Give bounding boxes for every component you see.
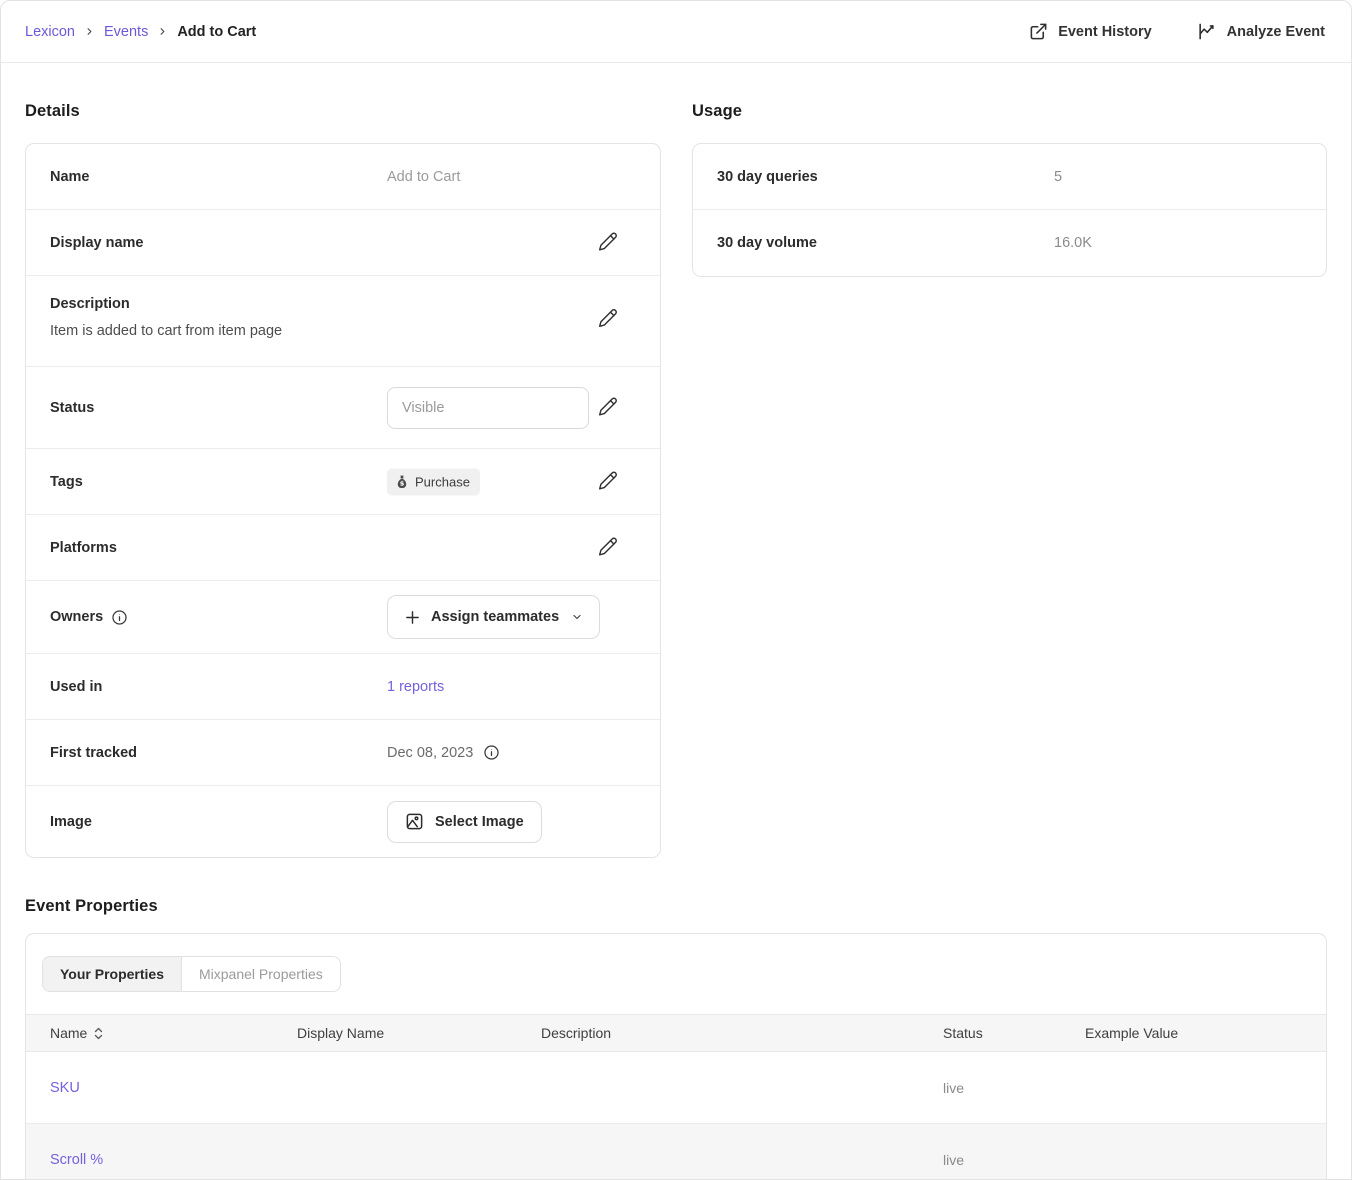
volume-value: 16.0K	[1054, 235, 1092, 251]
usage-row-queries: 30 day queries 5	[693, 144, 1326, 210]
table-row: SKU live	[26, 1052, 1326, 1124]
details-title: Details	[25, 102, 661, 121]
info-icon[interactable]	[483, 744, 500, 761]
svg-text:$: $	[400, 479, 405, 487]
queries-label: 30 day queries	[717, 169, 818, 185]
detail-row-owners: Owners Assign teammates	[26, 581, 660, 654]
chevron-down-icon	[571, 611, 583, 623]
image-icon	[405, 812, 424, 831]
detail-row-platforms: Platforms	[26, 515, 660, 581]
event-properties-card: Your Properties Mixpanel Properties Name…	[25, 933, 1327, 1180]
plus-icon	[404, 609, 421, 626]
main-content: Details Name Add to Cart Display name	[1, 63, 1351, 1180]
detail-row-display-name: Display name	[26, 210, 660, 276]
detail-row-used-in: Used in 1 reports	[26, 654, 660, 720]
description-value: Item is added to cart from item page	[50, 321, 636, 342]
event-properties-section: Event Properties Your Properties Mixpane…	[25, 897, 1327, 1180]
edit-description-button[interactable]	[598, 308, 618, 331]
first-tracked-value: Dec 08, 2023	[387, 745, 473, 761]
top-actions: Event History Analyze Event	[1029, 22, 1325, 41]
edit-tags-button[interactable]	[598, 470, 618, 493]
detail-row-first-tracked: First tracked Dec 08, 2023	[26, 720, 660, 786]
lexicon-event-detail-page: Lexicon Events Add to Cart Event History	[0, 0, 1352, 1180]
tab-mixpanel-properties[interactable]: Mixpanel Properties	[182, 957, 340, 991]
property-status: live	[919, 1152, 1061, 1168]
column-name-label: Name	[50, 1025, 87, 1041]
event-history-button[interactable]: Event History	[1029, 22, 1151, 41]
usage-row-volume: 30 day volume 16.0K	[693, 210, 1326, 276]
column-name[interactable]: Name	[26, 1025, 273, 1041]
edit-display-name-button[interactable]	[598, 231, 618, 254]
pencil-icon	[598, 396, 618, 419]
description-label: Description	[50, 296, 636, 312]
line-chart-icon	[1196, 22, 1217, 41]
event-properties-title: Event Properties	[25, 897, 1327, 916]
breadcrumb-events-link[interactable]: Events	[104, 24, 148, 40]
detail-row-name: Name Add to Cart	[26, 144, 660, 210]
breadcrumb-current: Add to Cart	[177, 24, 256, 40]
select-image-button[interactable]: Select Image	[387, 801, 542, 843]
top-bar: Lexicon Events Add to Cart Event History	[1, 1, 1351, 63]
pencil-icon	[598, 308, 618, 331]
property-link-sku[interactable]: SKU	[26, 1080, 273, 1096]
external-link-icon	[1029, 22, 1048, 41]
assign-teammates-label: Assign teammates	[431, 609, 559, 625]
table-row: Scroll % live	[26, 1124, 1326, 1180]
detail-row-description: Description Item is added to cart from i…	[26, 276, 660, 367]
platforms-label: Platforms	[50, 540, 117, 556]
column-example-value: Example Value	[1061, 1025, 1326, 1041]
first-tracked-label: First tracked	[50, 745, 137, 761]
info-icon[interactable]	[111, 609, 128, 626]
pencil-icon	[598, 231, 618, 254]
used-in-reports-link[interactable]: 1 reports	[387, 679, 444, 695]
property-status: live	[919, 1080, 1061, 1096]
analyze-event-button[interactable]: Analyze Event	[1196, 22, 1325, 41]
chevron-right-icon	[84, 26, 95, 37]
tab-your-properties[interactable]: Your Properties	[43, 957, 182, 991]
display-name-label: Display name	[50, 235, 144, 251]
usage-card: 30 day queries 5 30 day volume 16.0K	[692, 143, 1327, 277]
assign-teammates-button[interactable]: Assign teammates	[387, 595, 600, 639]
breadcrumb: Lexicon Events Add to Cart	[25, 24, 256, 40]
event-history-label: Event History	[1058, 24, 1151, 40]
edit-status-button[interactable]	[598, 396, 618, 419]
detail-row-status: Status	[26, 367, 660, 449]
details-card: Name Add to Cart Display name Descriptio…	[25, 143, 661, 858]
volume-label: 30 day volume	[717, 235, 817, 251]
analyze-event-label: Analyze Event	[1227, 24, 1325, 40]
table-header-row: Name Display Name Description Status Exa…	[26, 1014, 1326, 1052]
image-label: Image	[50, 814, 92, 830]
tag-purchase[interactable]: $ Purchase	[387, 468, 480, 495]
tags-label: Tags	[50, 474, 83, 490]
column-display-name: Display Name	[273, 1025, 517, 1041]
select-image-label: Select Image	[435, 814, 524, 830]
pencil-icon	[598, 536, 618, 559]
chevron-right-icon	[157, 26, 168, 37]
status-label: Status	[50, 400, 94, 416]
owners-label: Owners	[50, 609, 103, 625]
property-link-scroll-pct[interactable]: Scroll %	[26, 1152, 273, 1168]
edit-platforms-button[interactable]	[598, 536, 618, 559]
name-value: Add to Cart	[387, 169, 460, 185]
column-description: Description	[517, 1025, 919, 1041]
used-in-label: Used in	[50, 679, 102, 695]
detail-row-tags: Tags $ Purchase	[26, 449, 660, 515]
sort-icon	[94, 1027, 103, 1040]
tag-label: Purchase	[415, 474, 470, 489]
detail-row-image: Image Select Image	[26, 786, 660, 857]
breadcrumb-lexicon-link[interactable]: Lexicon	[25, 24, 75, 40]
properties-tabs: Your Properties Mixpanel Properties	[42, 956, 341, 992]
money-bag-icon: $	[395, 474, 409, 489]
name-label: Name	[50, 169, 90, 185]
pencil-icon	[598, 470, 618, 493]
properties-table: Name Display Name Description Status Exa…	[26, 1014, 1326, 1180]
queries-value: 5	[1054, 169, 1062, 185]
usage-title: Usage	[692, 102, 1327, 121]
status-input[interactable]	[387, 387, 589, 429]
column-status: Status	[919, 1025, 1061, 1041]
